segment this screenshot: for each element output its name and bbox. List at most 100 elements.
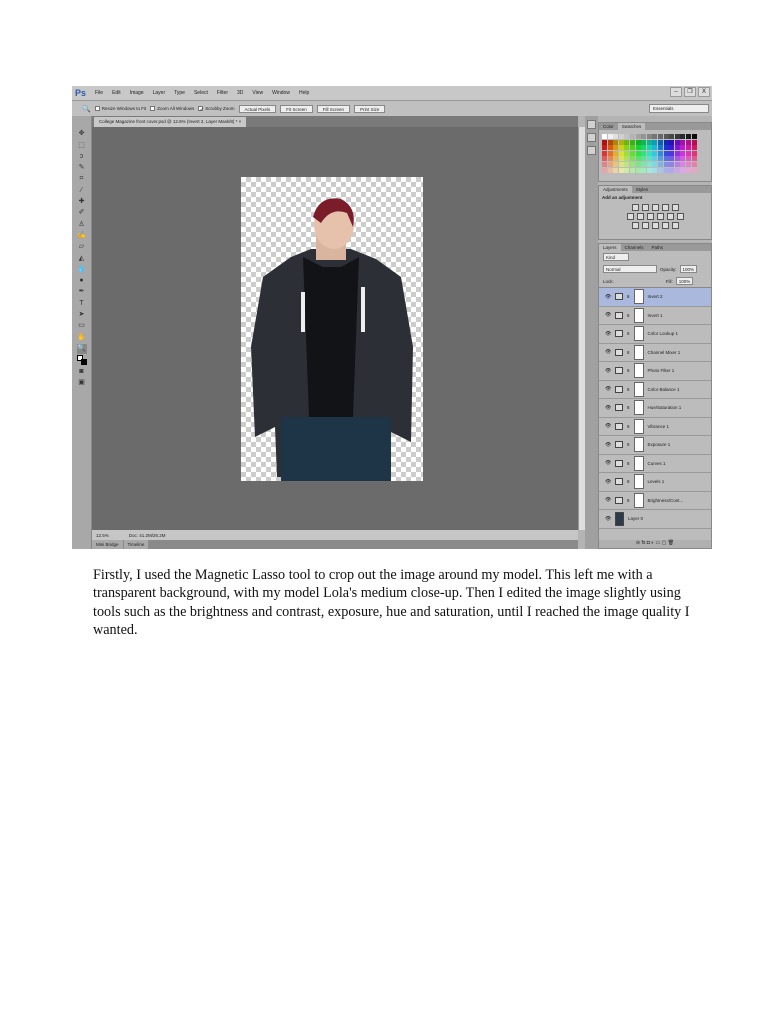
color-swatch[interactable] — [613, 150, 619, 156]
zoom-tool-icon[interactable]: 🔍 — [76, 343, 87, 354]
resize-windows-checkbox[interactable]: Resize Windows to Fit — [94, 106, 146, 111]
color-swatch[interactable] — [680, 139, 686, 145]
color-swatch[interactable] — [618, 161, 624, 167]
color-swatch[interactable] — [674, 139, 680, 145]
color-swatch[interactable] — [602, 167, 607, 173]
hand-tool-icon[interactable]: ✋ — [77, 333, 87, 343]
color-swatch[interactable] — [618, 156, 624, 162]
menu-edit[interactable]: Edit — [112, 90, 121, 96]
color-swatch[interactable] — [674, 167, 680, 173]
tab-styles[interactable]: Styles — [632, 186, 652, 193]
color-swatch[interactable] — [663, 161, 669, 167]
eye-icon[interactable]: 👁 — [605, 442, 611, 448]
color-swatch[interactable] — [613, 156, 619, 162]
eye-icon[interactable]: 👁 — [605, 479, 611, 485]
color-swatch[interactable] — [652, 167, 658, 173]
type-tool-icon[interactable]: T — [77, 299, 87, 309]
tab-channels[interactable]: Channels — [621, 244, 648, 251]
color-swatch[interactable] — [652, 156, 658, 162]
zoom-level[interactable]: 12.5% — [96, 533, 109, 538]
color-swatch[interactable] — [669, 139, 675, 145]
eye-icon[interactable]: 👁 — [605, 460, 611, 466]
color-swatch[interactable] — [624, 139, 630, 145]
color-swatch[interactable] — [691, 139, 697, 145]
color-swatch[interactable] — [680, 145, 686, 151]
color-swatch[interactable] — [691, 156, 697, 162]
color-swatch[interactable] — [618, 134, 624, 139]
tab-timeline[interactable]: Timeline — [123, 540, 149, 549]
swatch-grid[interactable] — [599, 130, 711, 177]
color-swatch[interactable] — [691, 134, 697, 139]
color-swatch[interactable] — [629, 167, 635, 173]
layer-row[interactable]: 👁 8 Vibrance 1 — [599, 418, 711, 436]
color-swatch[interactable] — [602, 161, 607, 167]
layer-row[interactable]: 👁 8 Channel Mixer 1 — [599, 344, 711, 362]
color-swatch[interactable] — [607, 156, 613, 162]
eraser-tool-icon[interactable]: ▱ — [77, 242, 87, 252]
color-swatch[interactable] — [629, 134, 635, 139]
color-swatch[interactable] — [657, 150, 663, 156]
color-swatch[interactable] — [652, 150, 658, 156]
zoom-tool-icon[interactable]: 🔍 — [82, 105, 91, 113]
zoom-all-checkbox[interactable]: Zoom All Windows — [150, 106, 194, 111]
color-swatch[interactable] — [624, 167, 630, 173]
color-swatch[interactable] — [624, 156, 630, 162]
stamp-tool-icon[interactable]: ♙ — [77, 220, 87, 230]
adjustment-icons-row[interactable] — [599, 213, 711, 220]
color-swatch[interactable] — [669, 145, 675, 151]
layer-row[interactable]: 👁 8 Levels 1 — [599, 473, 711, 492]
color-swatch[interactable] — [613, 145, 619, 151]
color-swatch[interactable] — [641, 167, 647, 173]
color-swatch[interactable] — [646, 167, 652, 173]
marquee-tool-icon[interactable]: ⬚ — [77, 141, 87, 151]
color-swatch[interactable] — [629, 145, 635, 151]
color-swatch[interactable] — [607, 167, 613, 173]
color-swatch[interactable] — [680, 156, 686, 162]
scrubby-zoom-checkbox[interactable]: ✓ Scrubby Zoom — [198, 106, 235, 113]
minimize-button[interactable]: – — [670, 87, 682, 97]
color-swatch[interactable] — [618, 150, 624, 156]
menu-window[interactable]: Window — [272, 90, 290, 96]
color-swatch[interactable] — [613, 161, 619, 167]
eye-icon[interactable]: 👁 — [605, 312, 611, 318]
color-swatch[interactable] — [602, 134, 607, 139]
color-swatch[interactable] — [680, 167, 686, 173]
document-tab[interactable]: College Magazine front cover.psd @ 12.5%… — [94, 117, 247, 127]
actual-pixels-button[interactable]: Actual Pixels — [238, 104, 277, 113]
color-swatch[interactable] — [663, 167, 669, 173]
color-swatch[interactable] — [669, 167, 675, 173]
color-swatch[interactable] — [607, 150, 613, 156]
color-swatch[interactable] — [635, 145, 641, 151]
lasso-tool-icon[interactable]: ↄ — [77, 152, 87, 162]
color-swatch[interactable] — [624, 161, 630, 167]
color-swatch[interactable] — [641, 156, 647, 162]
crop-tool-icon[interactable]: ⌗ — [77, 174, 87, 184]
color-swatch[interactable] — [629, 156, 635, 162]
healing-tool-icon[interactable]: ✚ — [77, 197, 87, 207]
color-swatch[interactable] — [641, 134, 647, 139]
color-swatch[interactable] — [685, 167, 691, 173]
gradient-tool-icon[interactable]: ◭ — [77, 254, 87, 264]
eye-icon[interactable]: 👁 — [605, 423, 611, 429]
canvas-area[interactable] — [92, 127, 578, 530]
color-swatch[interactable] — [680, 161, 686, 167]
color-swatch[interactable] — [646, 161, 652, 167]
layer-row[interactable]: 👁 8 Exposure 1 — [599, 436, 711, 455]
color-swatch[interactable] — [652, 161, 658, 167]
layer-row[interactable]: 👁 8 Brightness/Cont... — [599, 492, 711, 510]
menu-image[interactable]: Image — [130, 90, 144, 96]
color-swatch[interactable] — [674, 150, 680, 156]
color-swatch[interactable] — [618, 167, 624, 173]
layer-row[interactable]: 👁 8 Color Balance 1 — [599, 381, 711, 399]
layer-row[interactable]: 👁 8 Hue/Saturation 1 — [599, 399, 711, 418]
color-swatch[interactable] — [618, 139, 624, 145]
color-swatch[interactable] — [646, 156, 652, 162]
eye-icon[interactable]: 👁 — [605, 405, 611, 411]
color-swatch[interactable] — [635, 156, 641, 162]
color-swatch[interactable] — [618, 145, 624, 151]
color-swatch[interactable] — [635, 161, 641, 167]
menu-filter[interactable]: Filter — [217, 90, 228, 96]
print-size-button[interactable]: Print Size — [354, 104, 386, 113]
move-tool-icon[interactable]: ✥ — [77, 129, 87, 139]
color-swatch[interactable] — [680, 134, 686, 139]
